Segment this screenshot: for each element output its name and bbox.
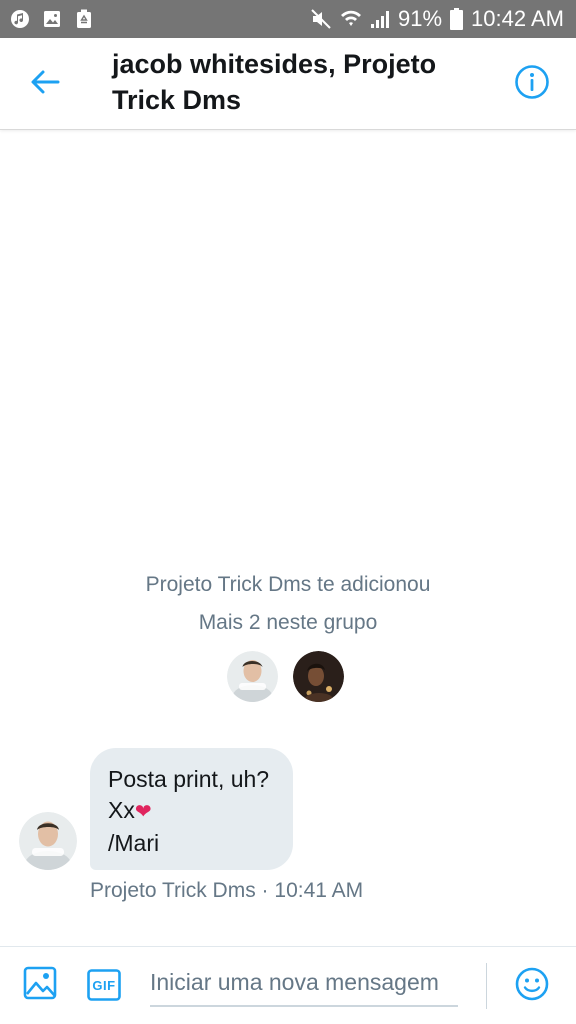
conversation-header: jacob whitesides, Projeto Trick Dms [0, 38, 576, 130]
message-input[interactable] [150, 959, 458, 1007]
message-composer: GIF [0, 946, 576, 1024]
message-meta: Projeto Trick Dms · 10:41 AM [90, 879, 363, 903]
status-bar: 91% 10:42 AM [0, 0, 576, 38]
music-icon [10, 9, 30, 29]
mute-icon [310, 8, 332, 30]
avatar[interactable] [293, 651, 344, 702]
image-icon [23, 966, 57, 1005]
message-time: 10:41 AM [274, 879, 364, 902]
title-line-1: jacob whitesides, Projeto [112, 49, 437, 79]
conversation-title[interactable]: jacob whitesides, Projeto Trick Dms [112, 46, 472, 118]
gif-label: GIF [92, 977, 116, 993]
info-icon [514, 64, 550, 105]
message-sender: Projeto Trick Dms [90, 879, 256, 902]
clock: 10:42 AM [471, 6, 564, 31]
image-icon [42, 9, 62, 29]
title-line-2: Trick Dms [112, 85, 242, 115]
system-message-added: Projeto Trick Dms te adicionou [145, 573, 431, 596]
message-line-2: Xx❤ [108, 795, 275, 828]
status-bar-left [10, 9, 94, 29]
wifi-icon [340, 8, 362, 30]
info-button[interactable] [512, 64, 552, 104]
message-line-1: Posta print, uh? [108, 766, 270, 792]
back-arrow-icon [29, 68, 61, 101]
system-message-members[interactable]: Mais 2 neste grupo [0, 611, 576, 635]
add-image-button[interactable] [20, 965, 60, 1005]
status-bar-right: 91% 10:42 AM [310, 6, 564, 32]
avatar[interactable] [19, 812, 77, 870]
message-line-3: /Mari [108, 830, 160, 856]
add-gif-button[interactable]: GIF [84, 965, 124, 1005]
meta-separator: · [261, 879, 269, 902]
back-button[interactable] [26, 66, 64, 102]
composer-divider [486, 963, 487, 1009]
battery-icon [450, 8, 464, 30]
heart-icon: ❤ [134, 801, 152, 823]
avatar[interactable] [227, 651, 278, 702]
message-bubble[interactable]: Posta print, uh? Xx❤ /Mari [90, 748, 293, 870]
emoji-icon [515, 967, 549, 1006]
signal-icon [370, 9, 390, 29]
recycle-icon [74, 9, 94, 29]
message-line-2-text: Xx [108, 797, 135, 823]
emoji-button[interactable] [511, 965, 553, 1007]
battery-percent: 91% [398, 6, 443, 31]
